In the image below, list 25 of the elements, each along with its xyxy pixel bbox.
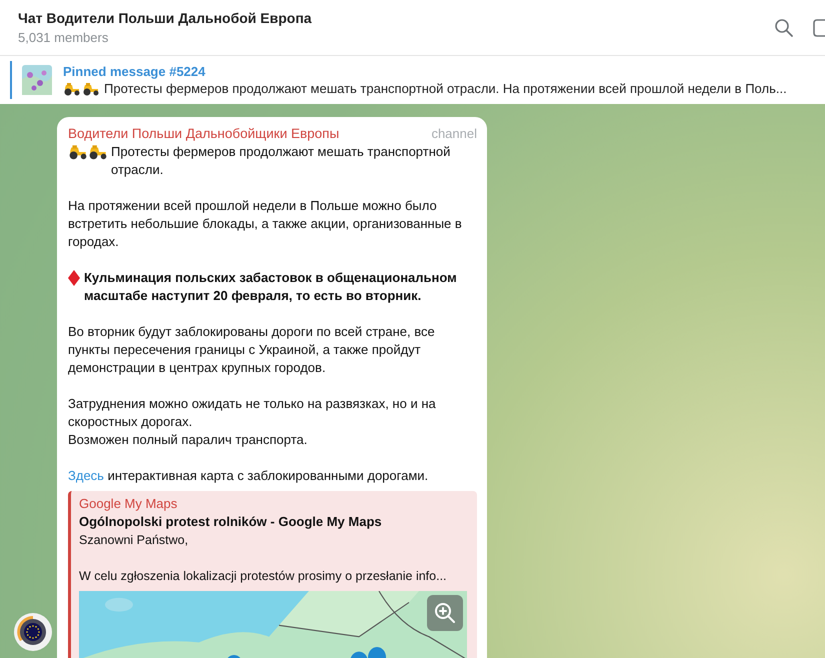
channel-label: channel — [431, 125, 477, 143]
zoom-in-icon[interactable] — [427, 595, 463, 631]
pinned-text: Протесты фермеров продолжают мешать транспортной отрасли. На протяжении всей прошлой недели в Поль... — [104, 81, 787, 96]
channel-avatar[interactable] — [14, 613, 52, 651]
message-paragraph: Здесь интерактивная карта с заблокированными дорогами. — [68, 467, 430, 485]
preview-description: Szanowni Państwo, W celu zgłoszenia lokalizacji protestów prosimy o przesłanie info... — [79, 532, 448, 585]
message-paragraph: Во вторник будут заблокированы дороги по всей стране, все пункты пересечения границы с Украиной, а также пройдут демонстрации в центрах крупных городов. — [68, 323, 436, 377]
preview-title: Ogólnopolski protest rolników - Google My Maps — [79, 513, 383, 531]
chat-title: Чат Водители Польши Дальнобой Европа — [18, 10, 313, 26]
search-icon[interactable] — [774, 18, 794, 38]
tractor-icon — [88, 144, 108, 160]
sender-name[interactable]: Водители Польши Дальнобойщики Европы — [68, 125, 340, 143]
panel-icon[interactable] — [813, 18, 825, 36]
message-paragraph: Затруднения можно ожидать не только на развязках, но и на скоростных дорогах. Возможен полный паралич транспорта. — [68, 395, 437, 449]
member-count: 5,031 members — [18, 30, 110, 45]
preview-site: Google My Maps — [79, 495, 178, 513]
tractor-icon — [63, 82, 81, 96]
message-paragraph: Кульминация польских забастовок в общенациональном масштабе наступит 20 февраля, то есть во вторник. — [84, 269, 458, 305]
tractor-icon — [68, 144, 88, 160]
diamond-icon — [68, 270, 80, 286]
tractor-icon — [82, 82, 100, 96]
message-paragraph: Протесты фермеров продолжают мешать транспортной отрасли. — [111, 143, 452, 179]
link-preview[interactable]: Google My Maps Ogólnopolski protest rolników - Google My Maps Szanowni Państwo, W celu zgłoszenia lokalizacji protestów prosimy o przesłanie info... — [68, 491, 477, 658]
pinned-label: Pinned message #5224 — [63, 64, 206, 79]
message-paragraph: На протяжении всей прошлой недели в Польше можно было встретить небольшие блокады, а также акции, организованные в городах. — [68, 197, 463, 251]
